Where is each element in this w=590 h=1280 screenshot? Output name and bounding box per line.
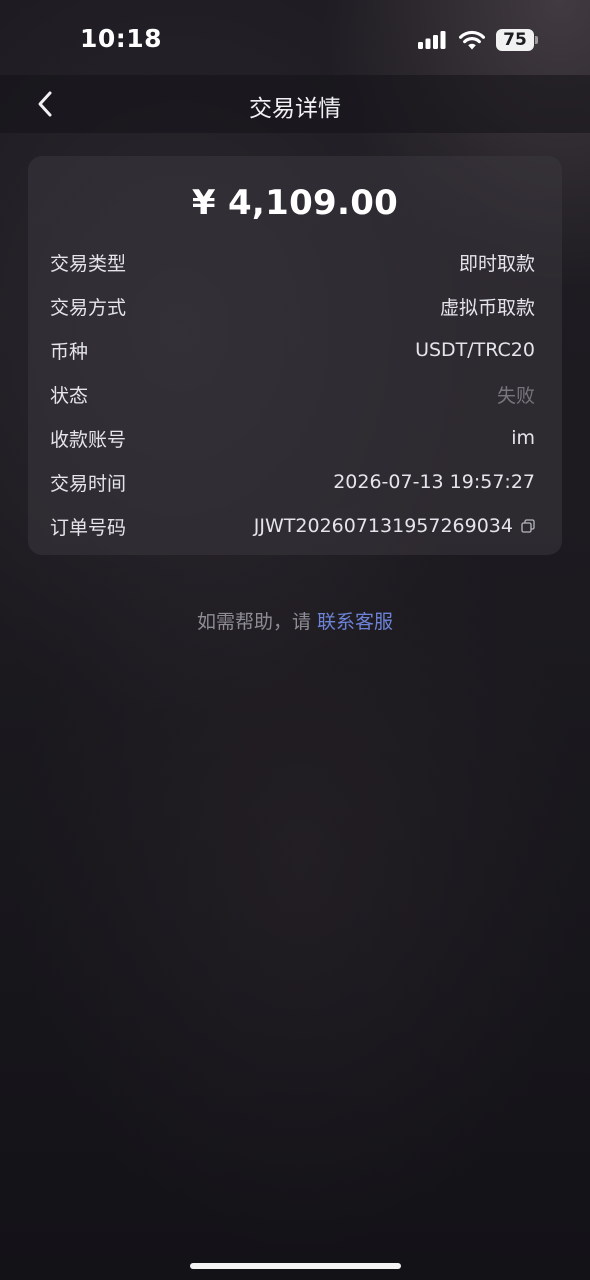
home-indicator xyxy=(190,1263,401,1269)
row-value: USDT/TRC20 xyxy=(415,339,535,361)
help-prefix: 如需帮助，请 xyxy=(196,611,318,633)
row-value: 即时取款 xyxy=(458,252,535,275)
row-value: im xyxy=(511,427,535,449)
order-number: JJWT202607131957269034 xyxy=(253,515,513,537)
wifi-icon xyxy=(459,30,485,50)
signal-icon xyxy=(418,31,446,49)
status-bar: 10:18 75 xyxy=(0,0,590,80)
row-value-wrap: JJWT202607131957269034 xyxy=(254,515,535,537)
row-order-number: 订单号码 JJWT202607131957269034 xyxy=(50,511,535,541)
transaction-detail-card: ¥ 4,109.00 交易类型 即时取款 交易方式 虚拟币取款 币种 USDT/… xyxy=(28,156,562,555)
battery-nub xyxy=(535,36,538,44)
row-label: 收款账号 xyxy=(50,428,127,451)
row-transaction-type: 交易类型 即时取款 xyxy=(50,247,535,277)
row-label: 交易类型 xyxy=(50,252,127,275)
contact-support-link[interactable]: 联系客服 xyxy=(317,611,393,633)
status-badge: 失败 xyxy=(496,384,535,407)
status-time: 10:18 xyxy=(80,24,163,53)
row-label: 交易方式 xyxy=(50,296,127,319)
row-label: 订单号码 xyxy=(50,516,127,539)
copy-icon[interactable] xyxy=(521,519,535,533)
row-transaction-time: 交易时间 2026-07-13 19:57:27 xyxy=(50,467,535,497)
row-label: 交易时间 xyxy=(50,472,127,495)
page-title: 交易详情 xyxy=(249,96,341,122)
row-label: 状态 xyxy=(50,384,89,407)
row-label: 币种 xyxy=(50,340,89,363)
row-currency: 币种 USDT/TRC20 xyxy=(50,335,535,365)
row-transaction-method: 交易方式 虚拟币取款 xyxy=(50,291,535,321)
help-line: 如需帮助，请 联系客服 xyxy=(0,607,590,634)
row-value: 虚拟币取款 xyxy=(439,296,535,319)
row-value: 2026-07-13 19:57:27 xyxy=(333,471,535,493)
battery-indicator: 75 xyxy=(496,29,534,51)
row-status: 状态 失败 xyxy=(50,379,535,409)
nav-bar: 交易详情 xyxy=(0,75,590,133)
transaction-amount: ¥ 4,109.00 xyxy=(191,183,399,223)
row-receiving-account: 收款账号 im xyxy=(50,423,535,453)
